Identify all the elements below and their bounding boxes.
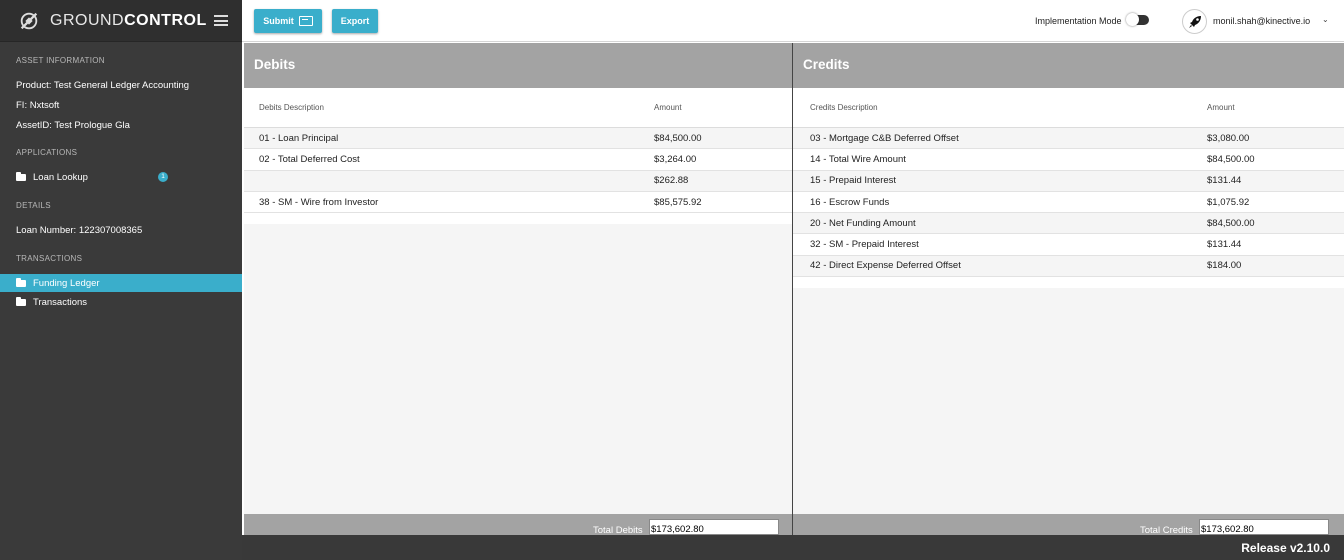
asset-id-info: AssetID: Test Prologue Gla — [16, 120, 130, 131]
bottom-bar: Release v2.10.0 — [242, 535, 1344, 560]
folder-icon — [16, 171, 26, 181]
sidebar-item-transactions[interactable]: Transactions — [0, 293, 242, 311]
submit-icon — [298, 15, 313, 26]
sidebar-item-label: Funding Ledger — [33, 277, 100, 289]
credits-table: Credits Description Amount 03 - Mortgage… — [793, 88, 1344, 289]
rocket-icon — [1188, 15, 1201, 28]
loan-number-info: Loan Number: 122307008365 — [16, 225, 143, 236]
notification-badge: 1 — [158, 172, 168, 182]
debits-rows: 01 - Loan Principal $84,500.00 02 - Tota… — [244, 128, 792, 214]
row-amount: $84,500.00 — [1207, 217, 1255, 229]
debits-panel: Debits Debits Description Amount 01 - Lo… — [244, 43, 792, 535]
avatar[interactable] — [1182, 9, 1207, 34]
top-toolbar: Submit Export Implementation Mode monil.… — [242, 0, 1344, 42]
debits-table: Debits Description Amount 01 - Loan Prin… — [244, 88, 792, 225]
fi-info: FI: Nxtsoft — [16, 100, 60, 111]
row-amount: $85,575.92 — [654, 196, 702, 208]
table-row[interactable]: $262.88 — [244, 170, 792, 192]
section-transactions: TRANSACTIONS — [16, 254, 83, 263]
row-description: 02 - Total Deferred Cost — [259, 153, 360, 165]
app: GROUNDCONTROL ASSET INFORMATION Product:… — [0, 0, 1344, 560]
row-description: 03 - Mortgage C&B Deferred Offset — [810, 132, 959, 144]
credits-title: Credits — [793, 43, 1344, 88]
row-amount: $84,500.00 — [1207, 153, 1255, 165]
table-row[interactable]: 38 - SM - Wire from Investor $85,575.92 — [244, 191, 792, 214]
credits-rows: 03 - Mortgage C&B Deferred Offset $3,080… — [793, 128, 1344, 278]
hamburger-menu-icon[interactable] — [214, 15, 228, 26]
row-description: 01 - Loan Principal — [259, 132, 339, 144]
row-amount: $262.88 — [654, 175, 689, 187]
table-row[interactable]: 01 - Loan Principal $84,500.00 — [244, 128, 792, 150]
groundcontrol-logo-icon — [20, 12, 38, 29]
row-amount: $1,075.92 — [1207, 196, 1250, 208]
table-row[interactable]: 14 - Total Wire Amount $84,500.00 — [793, 149, 1344, 171]
credits-col-amount: Amount — [1207, 103, 1235, 112]
table-row[interactable]: 42 - Direct Expense Deferred Offset $184… — [793, 255, 1344, 278]
user-email[interactable]: monil.shah@kinective.io — [1213, 16, 1310, 26]
table-row[interactable]: 15 - Prepaid Interest $131.44 — [793, 170, 1344, 192]
chevron-down-icon[interactable]: ⌄ — [1322, 15, 1329, 24]
release-version: Release v2.10.0 — [1241, 541, 1330, 555]
folder-icon — [16, 277, 26, 287]
row-amount: $131.44 — [1207, 239, 1242, 251]
section-details: DETAILS — [16, 201, 51, 210]
row-amount: $184.00 — [1207, 260, 1242, 272]
debits-title: Debits — [244, 43, 792, 88]
sidebar-item-label: Transactions — [33, 296, 88, 308]
sidebar: GROUNDCONTROL ASSET INFORMATION Product:… — [0, 0, 242, 560]
sidebar-item-funding-ledger[interactable]: Funding Ledger — [0, 274, 242, 292]
implementation-mode-label: Implementation Mode — [1035, 16, 1122, 26]
row-amount: $84,500.00 — [654, 132, 702, 144]
row-description: 14 - Total Wire Amount — [810, 153, 906, 165]
section-applications: APPLICATIONS — [16, 148, 78, 157]
credits-col-description: Credits Description — [810, 103, 878, 112]
table-row[interactable]: 16 - Escrow Funds $1,075.92 — [793, 191, 1344, 214]
implementation-mode-toggle[interactable] — [1126, 13, 1149, 26]
brand-header: GROUNDCONTROL — [0, 0, 242, 42]
credits-panel: Credits Credits Description Amount 03 - … — [793, 43, 1344, 535]
brand-name: GROUNDCONTROL — [50, 11, 207, 29]
total-credits-field[interactable]: $173,602.80 — [1199, 519, 1329, 535]
table-row[interactable]: 03 - Mortgage C&B Deferred Offset $3,080… — [793, 128, 1344, 150]
debits-col-amount: Amount — [654, 103, 682, 112]
credits-total-bar: Total Credits $173,602.80 — [793, 514, 1344, 536]
row-amount: $3,264.00 — [654, 153, 697, 165]
debits-total-bar: Total Debits $173,602.80 — [244, 514, 792, 536]
product-info: Product: Test General Ledger Accounting — [16, 80, 190, 91]
row-description: 16 - Escrow Funds — [810, 196, 890, 208]
table-row[interactable]: 20 - Net Funding Amount $84,500.00 — [793, 213, 1344, 235]
export-button[interactable]: Export — [332, 8, 378, 33]
total-debits-field[interactable]: $173,602.80 — [649, 519, 779, 535]
debits-col-description: Debits Description — [259, 103, 324, 112]
submit-button[interactable]: Submit — [254, 8, 322, 33]
row-description: 32 - SM - Prepaid Interest — [810, 239, 919, 251]
row-description: 15 - Prepaid Interest — [810, 175, 897, 187]
folder-icon — [16, 296, 26, 306]
row-amount: $131.44 — [1207, 175, 1242, 187]
row-description: 38 - SM - Wire from Investor — [259, 196, 379, 208]
row-description: 20 - Net Funding Amount — [810, 217, 916, 229]
sidebar-item-loan-lookup[interactable]: Loan Lookup 1 — [0, 168, 242, 186]
debits-table-header: Debits Description Amount — [244, 88, 792, 128]
sidebar-item-label: Loan Lookup — [33, 171, 88, 183]
credits-table-header: Credits Description Amount — [793, 88, 1344, 128]
table-row[interactable]: 02 - Total Deferred Cost $3,264.00 — [244, 149, 792, 171]
section-asset-information: ASSET INFORMATION — [16, 56, 105, 65]
row-description: 42 - Direct Expense Deferred Offset — [810, 260, 961, 272]
table-row[interactable]: 32 - SM - Prepaid Interest $131.44 — [793, 234, 1344, 256]
row-amount: $3,080.00 — [1207, 132, 1250, 144]
